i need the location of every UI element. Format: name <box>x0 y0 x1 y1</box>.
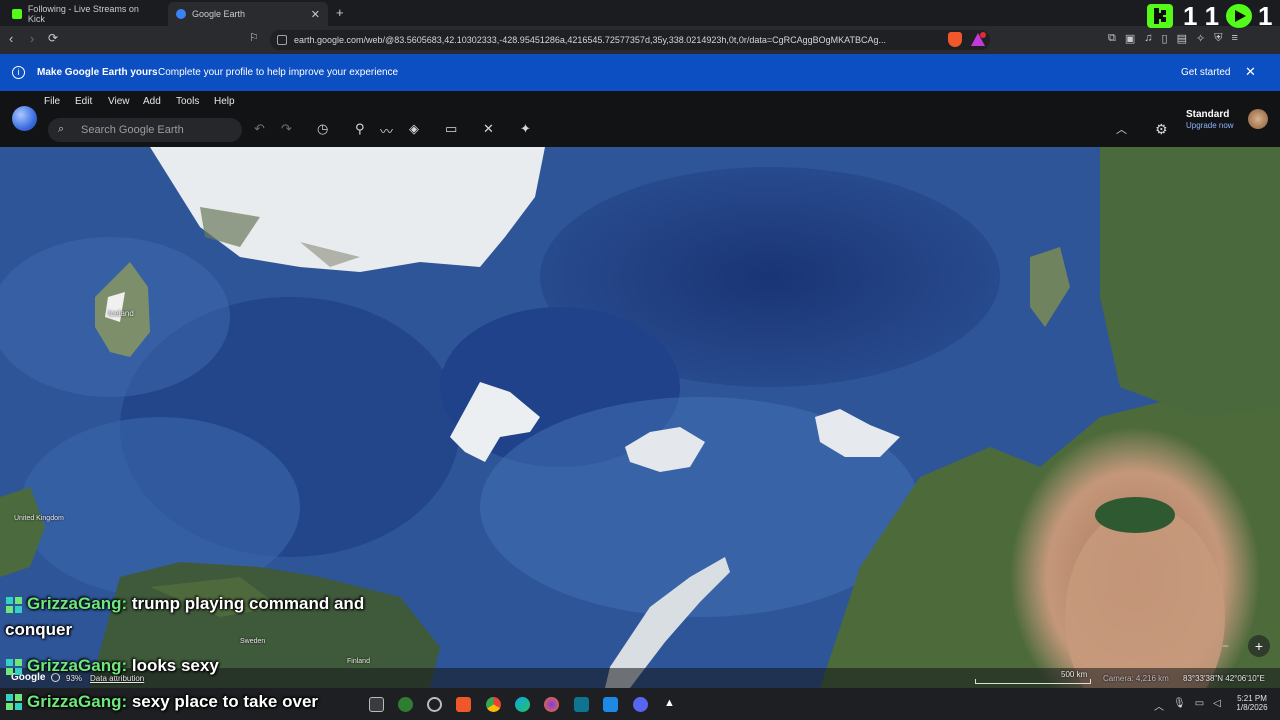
banner-message: Complete your profile to help improve yo… <box>158 67 399 78</box>
edge-app-icon[interactable] <box>515 697 530 712</box>
coordinates: 83°33'38"N 42°06'10"E <box>1183 674 1265 683</box>
kick-logo-icon <box>1147 4 1173 28</box>
github-app-icon[interactable] <box>427 697 442 712</box>
settings-icon[interactable]: ⚙ <box>1155 121 1168 138</box>
chat-message: GrizzaGang: sexy place to take over <box>27 692 318 712</box>
tab-google-earth[interactable]: Google Earth ✕ <box>168 2 328 26</box>
extensions-icon[interactable]: ⧉ <box>1108 32 1116 45</box>
mail-app-icon[interactable] <box>369 697 384 712</box>
sidebar-icon[interactable]: ▯ <box>1162 32 1168 45</box>
label-finland: Finland <box>347 658 370 665</box>
measure-icon[interactable]: ▭ <box>445 121 457 137</box>
undo-icon[interactable]: ↶ <box>254 121 265 137</box>
chat-message: GrizzaGang: looks sexy <box>27 656 219 676</box>
close-tab-icon[interactable]: ✕ <box>311 8 320 21</box>
firefox-app-icon[interactable] <box>544 697 559 712</box>
chat-text: sexy place to take over <box>127 692 319 711</box>
vpn-icon[interactable]: ⛨ <box>1214 32 1222 45</box>
tray-chevron-icon[interactable]: ︿ <box>1154 698 1164 713</box>
wallet-icon[interactable]: ▤ <box>1177 32 1187 45</box>
arduino-app-icon[interactable] <box>574 697 589 712</box>
play-icon <box>1226 4 1252 28</box>
upgrade-link[interactable]: Upgrade now <box>1186 121 1234 130</box>
chat-badge-icon <box>5 658 23 676</box>
menu-view[interactable]: View <box>108 96 130 107</box>
chat-text: trump playing command and <box>127 594 365 613</box>
bookmark-icon[interactable]: ⚐ <box>249 31 259 44</box>
google-earth-icon <box>176 9 186 19</box>
screenshot-icon[interactable]: ▣ <box>1125 32 1135 45</box>
menu-file[interactable]: File <box>44 96 60 107</box>
chat-message: GrizzaGang: trump playing command and <box>27 594 364 614</box>
clock-time: 5:21 PM <box>1237 694 1267 703</box>
address-bar[interactable]: earth.google.com/web/@83.5605683,42.1030… <box>270 30 990 50</box>
label-iceland: Iceland <box>108 309 134 318</box>
banner-title: Make Google Earth yours <box>37 67 158 78</box>
brave-rewards-icon[interactable] <box>970 32 986 47</box>
menu-add[interactable]: Add <box>143 96 161 107</box>
chat-text: looks sexy <box>127 656 219 675</box>
viewer-counter-2: 1 <box>1258 1 1273 31</box>
back-icon[interactable]: ‹ <box>9 31 13 46</box>
kick-icon <box>12 9 22 19</box>
vscode-app-icon[interactable] <box>603 697 618 712</box>
collapse-icon[interactable]: ︿ <box>1116 121 1127 137</box>
site-info-icon[interactable] <box>277 35 287 45</box>
volume-icon[interactable]: ◁ <box>1213 698 1221 713</box>
tab-kick[interactable]: Following - Live Streams on Kick <box>4 2 164 26</box>
menu-edit[interactable]: Edit <box>75 96 92 107</box>
new-tab-button[interactable]: + <box>336 5 344 20</box>
clock[interactable]: 5:21 PM 1/8/2026 <box>1232 694 1272 712</box>
tab-label: Following - Live Streams on Kick <box>27 4 139 24</box>
plan-label: Standard <box>1186 109 1230 120</box>
menu-tools[interactable]: Tools <box>176 96 199 107</box>
get-started-button[interactable]: Get started <box>1181 67 1230 78</box>
network-icon[interactable]: ▭ <box>1195 698 1204 713</box>
menu-icon[interactable]: ≡ <box>1231 32 1237 45</box>
chat-message-cont: conquer <box>5 620 73 639</box>
brave-app-icon[interactable] <box>456 697 471 712</box>
close-banner-icon[interactable]: ✕ <box>1245 64 1256 80</box>
chrome-app-icon[interactable] <box>486 697 501 712</box>
chat-badge-icon <box>5 596 23 614</box>
scale-label: 500 km <box>1061 670 1088 679</box>
brave-shields-icon[interactable] <box>948 32 962 47</box>
reload-icon[interactable]: ⟳ <box>48 31 58 45</box>
placemark-icon[interactable]: ⚲ <box>355 121 365 137</box>
discord-app-icon[interactable] <box>633 697 648 712</box>
avatar[interactable] <box>1248 109 1268 129</box>
steam-app-icon[interactable]: ▲ <box>662 697 677 712</box>
clock-date: 1/8/2026 <box>1236 703 1268 712</box>
history-icon[interactable]: ◷ <box>317 121 328 137</box>
system-tray: ︿ 🎙 ▭ ◁ <box>1154 698 1221 713</box>
satellite-icon[interactable]: ✕ <box>483 121 494 137</box>
leo-ai-icon[interactable]: ✧ <box>1196 32 1205 45</box>
chat-badge-icon <box>5 693 23 711</box>
spark-icon[interactable]: ✦ <box>520 121 531 137</box>
layers-icon[interactable]: ◈ <box>409 121 419 137</box>
search-input[interactable]: Search Google Earth <box>48 118 242 142</box>
tab-label: Google Earth <box>192 9 246 19</box>
label-sweden: Sweden <box>240 638 266 645</box>
earth-logo-icon[interactable] <box>12 106 37 131</box>
search-icon: ⌕ <box>58 123 65 135</box>
forward-icon[interactable]: › <box>30 31 34 46</box>
camera-altitude: Camera: 4,216 km <box>1103 674 1169 683</box>
maps-app-icon[interactable] <box>398 697 413 712</box>
zoom-out-button[interactable]: − <box>1222 639 1229 653</box>
info-icon: i <box>12 66 25 79</box>
media-icon[interactable]: ♫ <box>1144 32 1152 45</box>
viewer-counter: 1 1 <box>1183 1 1220 31</box>
path-icon[interactable]: 〰 <box>380 121 393 140</box>
microphone-icon[interactable]: 🎙 <box>1173 698 1186 713</box>
toolbar-icons: ⧉ ▣ ♫ ▯ ▤ ✧ ⛨ ≡ <box>1108 32 1238 45</box>
redo-icon[interactable]: ↷ <box>281 121 292 137</box>
label-united-kingdom: United Kingdom <box>14 515 64 522</box>
chat-username: GrizzaGang: <box>27 692 128 711</box>
chat-username: GrizzaGang: <box>27 594 128 613</box>
zoom-in-button[interactable]: + <box>1248 635 1270 657</box>
menu-help[interactable]: Help <box>214 96 235 107</box>
chat-username: GrizzaGang: <box>27 656 128 675</box>
scale-bar <box>975 679 1091 684</box>
